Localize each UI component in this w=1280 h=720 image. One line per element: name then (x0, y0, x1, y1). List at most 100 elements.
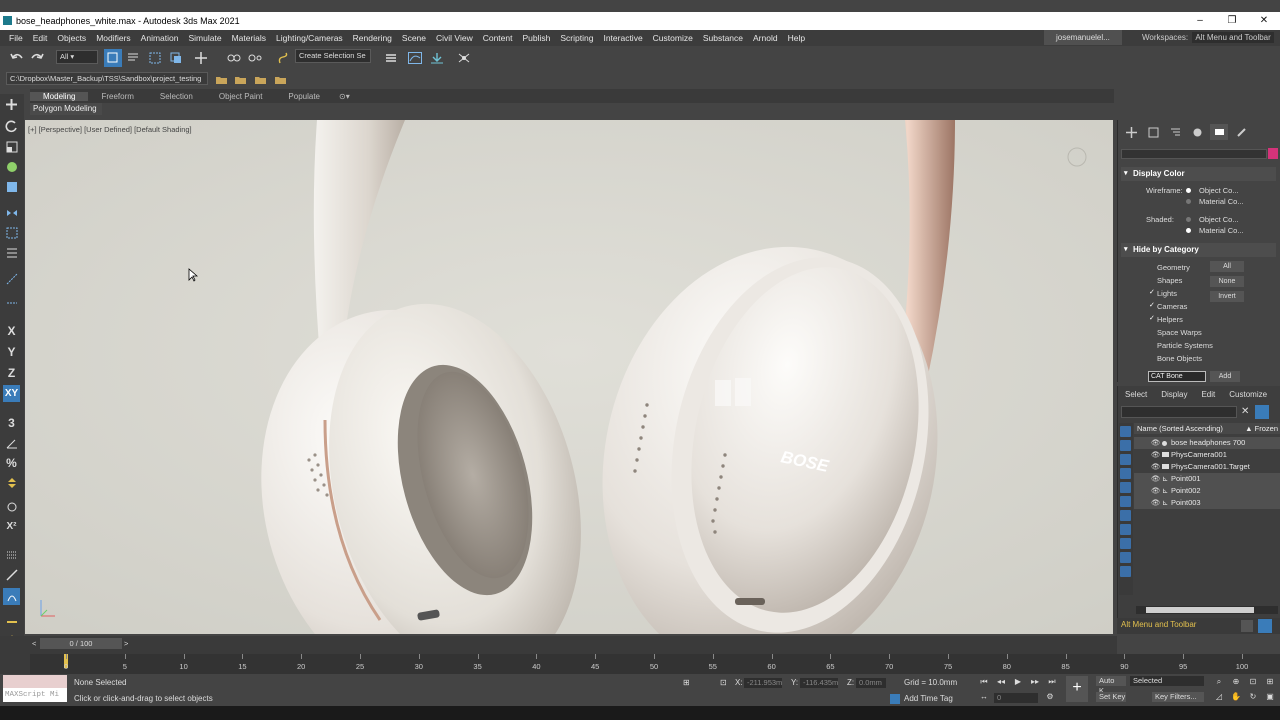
viewport-perspective[interactable]: BOSE [+] [Perspective] [User Defined] [D… (25, 120, 1113, 634)
helpers-checkbox[interactable]: ✓ (1149, 315, 1155, 322)
clear-search-icon[interactable]: ✕ (1241, 406, 1249, 417)
filter-containers-icon[interactable] (1120, 552, 1131, 563)
auto-key-button[interactable]: Auto K... (1096, 676, 1126, 695)
redo-icon[interactable] (28, 49, 46, 67)
filter-groups-icon[interactable] (1120, 510, 1131, 521)
select-object-icon[interactable] (104, 49, 122, 67)
list-item[interactable]: 👁 bose headphones 700 (1134, 437, 1280, 449)
all-button[interactable]: All (1210, 261, 1244, 272)
previous-frame-icon[interactable]: ◂◂ (995, 676, 1007, 688)
selection-lock-icon[interactable] (3, 588, 20, 605)
tab-freeform[interactable]: Freeform (88, 92, 146, 101)
close-button[interactable]: ✕ (1248, 12, 1280, 30)
prev-frame-icon[interactable]: < (32, 639, 36, 648)
create-icon[interactable] (3, 96, 20, 113)
tab-modeling[interactable]: Modeling (30, 91, 89, 101)
create-from-structure-icon[interactable] (251, 70, 269, 88)
zoom-all-icon[interactable]: ⊕ (1230, 676, 1242, 688)
scale-icon[interactable] (3, 138, 20, 155)
space-warps-checkbox[interactable] (1149, 329, 1155, 335)
object-color-swatch[interactable] (1268, 148, 1278, 159)
hide-by-category-rollout[interactable]: Hide by Category (1121, 243, 1276, 257)
menu-animation[interactable]: Animation (136, 33, 184, 43)
wireframe-object-radio[interactable] (1186, 188, 1191, 193)
layers-icon[interactable] (1241, 620, 1253, 632)
list-item[interactable]: 👁 ⊾ Point001 (1134, 473, 1280, 485)
track-bar-menu-icon[interactable] (0, 654, 30, 674)
axis-z-button[interactable]: Z (3, 364, 20, 381)
go-to-end-icon[interactable]: ⏭ (1046, 676, 1058, 688)
menu-substance[interactable]: Substance (698, 33, 748, 43)
invert-button[interactable]: Invert (1210, 291, 1244, 302)
axis-x-button[interactable]: X (3, 322, 20, 339)
array-icon[interactable] (3, 244, 20, 261)
particle-systems-checkbox[interactable] (1149, 342, 1155, 348)
shaded-material-radio[interactable] (1186, 228, 1191, 233)
shapes-checkbox[interactable] (1149, 277, 1155, 283)
x-coordinate-field[interactable]: -211.953m (744, 678, 782, 688)
menu-rendering[interactable]: Rendering (348, 33, 397, 43)
grid-points-icon[interactable] (3, 546, 20, 563)
time-config-icon[interactable]: ⚙ (1044, 691, 1056, 703)
snap-icon[interactable] (3, 270, 20, 287)
scene-search-input[interactable] (1121, 406, 1237, 418)
select-by-name-icon[interactable] (124, 49, 142, 67)
zoom-extents-all-icon[interactable]: ⊞ (1264, 676, 1276, 688)
link-icon[interactable] (225, 49, 243, 67)
edit-named-icon[interactable] (3, 610, 20, 627)
orbit-icon[interactable]: ↻ (1247, 691, 1259, 703)
se-menu-customize[interactable]: Customize (1222, 390, 1274, 403)
modify-tab-icon[interactable] (1144, 124, 1162, 140)
user-account-dropdown[interactable]: josemanuelel... (1044, 30, 1122, 45)
visibility-eye-icon[interactable]: 👁 (1151, 473, 1161, 485)
layer-explorer-icon[interactable] (382, 49, 400, 67)
menu-modifiers[interactable]: Modifiers (91, 33, 135, 43)
se-menu-edit[interactable]: Edit (1194, 390, 1222, 403)
cat-bone-dropdown[interactable]: CAT Bone (1148, 371, 1206, 382)
key-filters-button[interactable]: Key Filters... (1152, 692, 1204, 702)
current-frame-field[interactable]: 0 (994, 693, 1038, 703)
field-of-view-icon[interactable]: ◿ (1213, 691, 1225, 703)
menu-scripting[interactable]: Scripting (555, 33, 598, 43)
geometry-checkbox[interactable] (1149, 264, 1155, 270)
list-item[interactable]: 👁 PhysCamera001.Target (1134, 461, 1280, 473)
menu-customize[interactable]: Customize (648, 33, 698, 43)
shaded-object-radio[interactable] (1186, 217, 1191, 222)
filter-xrefs-icon[interactable] (1120, 524, 1131, 535)
utilities-tab-icon[interactable] (1232, 124, 1250, 140)
track-bar[interactable]: 0 5 10 15 20 25 30 35 40 45 50 55 60 65 70 75 80 85 90 95 10… (0, 654, 1280, 674)
filter-lights-icon[interactable] (1120, 454, 1131, 465)
maxscript-mini-listener[interactable]: MAXScript Mi (3, 688, 67, 702)
maxscript-listener-output[interactable] (3, 675, 67, 688)
scene-explorer-workspace-bar[interactable]: Alt Menu and Toolbar (1117, 618, 1280, 634)
maximize-button[interactable]: ❐ (1216, 12, 1248, 30)
filter-shapes-icon[interactable] (1120, 440, 1131, 451)
scrollbar-thumb[interactable] (1146, 607, 1254, 613)
se-menu-select[interactable]: Select (1118, 390, 1154, 403)
column-name-header[interactable]: Name (Sorted Ascending) (1137, 424, 1223, 433)
y-coordinate-field[interactable]: -116.435m (800, 678, 838, 688)
tab-object-paint[interactable]: Object Paint (206, 92, 276, 101)
menu-materials[interactable]: Materials (227, 33, 271, 43)
add-time-tag[interactable]: Add Time Tag (904, 694, 953, 703)
filter-spacewarps-icon[interactable] (1120, 496, 1131, 507)
next-frame-icon[interactable]: > (124, 639, 128, 648)
place-icon[interactable] (3, 178, 20, 195)
menu-edit[interactable]: Edit (28, 33, 53, 43)
column-frozen-header[interactable]: ▲ Frozen (1245, 423, 1278, 434)
bind-spacewarp-icon[interactable] (274, 49, 292, 67)
menu-file[interactable]: File (4, 33, 28, 43)
filter-frozen-icon[interactable] (1120, 566, 1131, 577)
menu-objects[interactable]: Objects (52, 33, 91, 43)
display-tab-icon[interactable] (1210, 124, 1228, 140)
paint-brush-icon[interactable] (3, 158, 20, 175)
visibility-eye-icon[interactable]: 👁 (1151, 437, 1161, 449)
list-item[interactable]: 👁 PhysCamera001 (1134, 449, 1280, 461)
curve-editor-icon[interactable] (406, 49, 424, 67)
isolate-toggle-icon[interactable]: ⊞ (683, 678, 690, 687)
mirror-icon[interactable] (3, 204, 20, 221)
align-icon[interactable] (3, 224, 20, 241)
next-frame-button-icon[interactable]: ▸▸ (1029, 676, 1041, 688)
snap-3d-icon[interactable]: 3 (3, 414, 20, 431)
visibility-eye-icon[interactable]: 👁 (1151, 461, 1161, 473)
